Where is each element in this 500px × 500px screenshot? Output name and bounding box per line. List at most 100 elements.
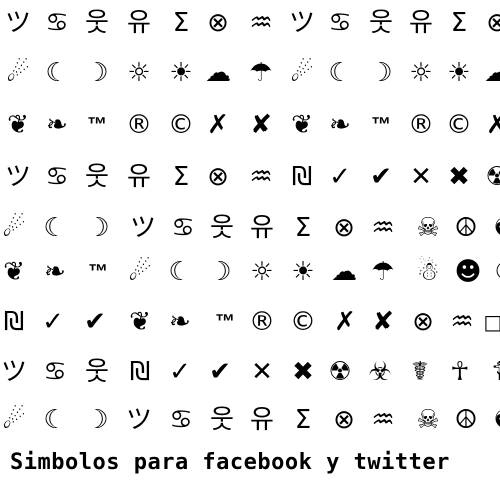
cancer-icon: ♋ <box>328 8 352 38</box>
check-icon: ✓ <box>169 357 191 387</box>
skull-crossbones-icon: ☠ <box>416 405 440 435</box>
moon-left-icon: ☾ <box>486 249 500 295</box>
shekel-icon: ₪ <box>291 162 313 192</box>
radioactive-icon: ☢ <box>328 357 352 387</box>
person-hangul-icon: 웃 <box>85 357 109 387</box>
copyright-icon: © <box>290 307 316 337</box>
heavy-multiplication-x-icon: ✖ <box>448 162 470 192</box>
multiplication-x-icon: ✕ <box>251 357 273 387</box>
symbol-row: ☄ ☾ ☽ ☼ ☀ ☁ ☂ ☄ ☾ ☽ ☼ ☀ ☁ <box>0 50 500 96</box>
moon-right-icon: ☽ <box>86 213 110 243</box>
registered-icon: ® <box>408 110 434 140</box>
sigma-icon: Σ <box>294 405 312 435</box>
peace-icon: ☮ <box>454 405 478 435</box>
comet-icon: ☄ <box>2 213 26 243</box>
moon-left-icon: ☾ <box>45 58 69 88</box>
aquarius-icon: ♒ <box>371 213 395 243</box>
person-hangul-icon: 웃 <box>85 162 109 192</box>
registered-icon: ® <box>126 110 152 140</box>
comet-icon: ☄ <box>2 405 26 435</box>
tsu-icon: ツ <box>288 8 315 38</box>
symbol-row: ☄ ☾ ☽ ツ ♋ 웃유Σ ⊗ ♒ ☠ ☮☯ <box>0 397 500 443</box>
heavy-multiplication-x-icon: ✖ <box>292 357 314 387</box>
yu-hangul-icon: 유 <box>250 213 274 243</box>
shekel-icon: ₪ <box>129 357 151 387</box>
orthodox-cross-icon: ☦ <box>491 357 500 387</box>
peace-icon: ☮ <box>454 213 478 243</box>
circled-times-icon: ⊗ <box>412 307 434 337</box>
symbol-row: ツ ♋ 웃 유 Σ ⊗ ♒ ₪ ✓ ✔ ✕ ✖ ☢ <box>0 154 500 200</box>
tsu-icon: ツ <box>0 357 27 387</box>
check-icon: ✓ <box>42 307 64 337</box>
rotated-floral-heart-icon: ❧ <box>46 110 68 140</box>
sun-filled-icon: ☀ <box>447 58 471 88</box>
cancer-icon: ♋ <box>45 162 69 192</box>
symbol-row: ツ ♋ 웃 유 Σ ⊗ ♒ ツ ♋ 웃 유 Σ ⊗ <box>0 0 500 46</box>
ballot-x-icon: ✗ <box>486 110 500 140</box>
circled-times-icon: ⊗ <box>207 8 229 38</box>
moon-left-icon: ☾ <box>43 213 67 243</box>
moon-left-icon: ☾ <box>43 405 67 435</box>
aquarius-icon: ♒ <box>249 8 273 38</box>
sun-outline-icon: ☼ <box>409 58 433 88</box>
copyright-icon: © <box>168 110 194 140</box>
circled-times-icon: ⊗ <box>486 8 500 38</box>
symbol-row: ❦ ❧ ™ ® © ✗ ✘ ❦ ❧ ™ ® © ✗ <box>0 102 500 148</box>
moon-right-icon: ☽ <box>85 405 109 435</box>
skull-crossbones-icon: ☠ <box>416 213 440 243</box>
person-hangul-icon: 웃 <box>85 8 109 38</box>
moon-right-icon: ☽ <box>208 257 232 287</box>
ballot-x-icon: ✗ <box>207 110 229 140</box>
aquarius-icon: ♒ <box>249 162 273 192</box>
ankh-icon: ☥ <box>450 357 470 387</box>
trademark-icon: ™ <box>87 114 107 136</box>
circled-times-icon: ⊗ <box>333 405 355 435</box>
yin-yang-icon: ☯ <box>485 205 500 251</box>
heavy-check-icon: ✔ <box>209 357 231 387</box>
cloud-icon: ☁ <box>331 257 357 287</box>
tsu-icon: ツ <box>125 405 152 435</box>
heavy-check-icon: ✔ <box>84 307 106 337</box>
copyright-icon: © <box>446 110 472 140</box>
white-square-icon: □ <box>483 310 500 334</box>
circled-times-icon: ⊗ <box>207 162 229 192</box>
comet-icon: ☄ <box>6 58 30 88</box>
person-hangul-icon: 웃 <box>210 405 234 435</box>
sun-filled-icon: ☀ <box>169 58 193 88</box>
heavy-ballot-x-icon: ✘ <box>372 307 394 337</box>
sigma-icon: Σ <box>172 8 190 38</box>
ballot-x-icon: ✗ <box>334 307 356 337</box>
moon-right-icon: ☽ <box>369 58 393 88</box>
trademark-icon: ™ <box>371 114 391 136</box>
snowman-icon: ☃ <box>416 257 440 287</box>
yu-hangul-icon: 유 <box>250 405 274 435</box>
floral-heart-icon: ❦ <box>129 307 151 337</box>
floral-heart-icon: ❦ <box>291 110 313 140</box>
person-hangul-icon: 웃 <box>210 213 234 243</box>
yu-hangul-icon: 유 <box>409 8 433 38</box>
sigma-icon: Σ <box>294 213 312 243</box>
yin-yang-icon: ☯ <box>485 397 500 443</box>
smiley-icon: ☻ <box>454 257 482 287</box>
trademark-icon: ™ <box>215 311 235 333</box>
tsu-icon: ツ <box>4 8 31 38</box>
tsu-icon: ツ <box>129 213 156 243</box>
cancer-icon: ♋ <box>169 405 193 435</box>
multiplication-x-icon: ✕ <box>410 162 432 192</box>
sun-outline-icon: ☼ <box>127 58 151 88</box>
umbrella-icon: ☂ <box>371 257 395 287</box>
floral-heart-icon: ❦ <box>3 257 25 287</box>
shekel-icon: ₪ <box>3 307 25 337</box>
floral-heart-icon: ❦ <box>7 110 29 140</box>
trademark-icon: ™ <box>88 261 108 283</box>
symbol-row: ☄ ☾ ☽ ツ ♋ 웃유Σ ⊗ ♒ ☠ ☮☯ <box>0 205 500 251</box>
moon-right-icon: ☽ <box>85 58 109 88</box>
aquarius-icon: ♒ <box>371 405 395 435</box>
yu-hangul-icon: 유 <box>127 162 151 192</box>
circled-times-icon: ⊗ <box>333 213 355 243</box>
moon-left-icon: ☾ <box>328 58 352 88</box>
rotated-floral-heart-icon: ❧ <box>44 257 66 287</box>
sun-outline-icon: ☼ <box>250 257 274 287</box>
rotated-floral-heart-icon: ❧ <box>329 110 351 140</box>
comet-icon: ☄ <box>128 257 152 287</box>
